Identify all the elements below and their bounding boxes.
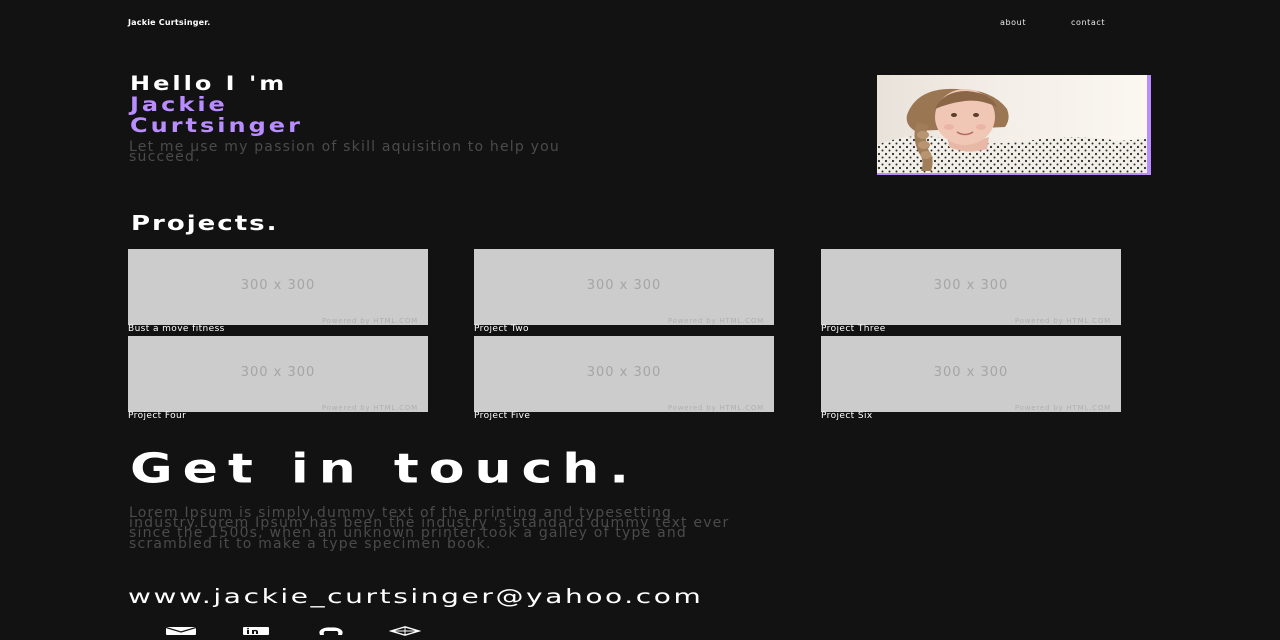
mail-icon[interactable] [165,626,197,636]
project-label-3[interactable]: Project Three [821,324,886,334]
hero-greeting: Hello I 'm [130,71,288,95]
linkedin-icon[interactable] [242,626,270,636]
github-icon[interactable] [316,626,346,636]
project-card-powered: Powered by HTML.COM [1014,317,1111,325]
project-card-2[interactable]: 300 x 300 Powered by HTML.COM [474,249,774,325]
hero-name-last: Curtsinger [130,113,303,137]
nav-about-link[interactable]: about [1000,18,1026,27]
project-card-placeholder: 300 x 300 [933,365,1009,380]
project-card-powered: Powered by HTML.COM [667,404,764,412]
project-card-powered: Powered by HTML.COM [667,317,764,325]
project-card-powered: Powered by HTML.COM [321,404,418,412]
project-card-5[interactable]: 300 x 300 Powered by HTML.COM [474,336,774,412]
project-card-1[interactable]: 300 x 300 Powered by HTML.COM [128,249,428,325]
project-label-1[interactable]: Bust a move fitness [128,324,225,334]
project-card-3[interactable]: 300 x 300 Powered by HTML.COM [821,249,1121,325]
contact-email-link[interactable]: www.jackie_curtsinger@yahoo.com [128,585,703,608]
hero-tagline: Let me use my passion of skill aquisitio… [129,139,560,165]
project-card-placeholder: 300 x 300 [586,365,662,380]
project-card-4[interactable]: 300 x 300 Powered by HTML.COM [128,336,428,412]
project-card-6[interactable]: 300 x 300 Powered by HTML.COM [821,336,1121,412]
contact-heading: Get in touch. [130,446,640,493]
site-brand[interactable]: Jackie Curtsinger. [128,18,211,27]
project-card-placeholder: 300 x 300 [240,278,316,293]
project-card-powered: Powered by HTML.COM [321,317,418,325]
projects-heading: Projects. [131,212,279,236]
contact-body: Lorem Ipsum is simply dummy text of the … [129,505,730,552]
hero-name-first: Jackie [130,92,228,116]
project-label-6[interactable]: Project Six [821,411,873,421]
project-card-placeholder: 300 x 300 [240,365,316,380]
codepen-icon[interactable] [389,626,421,636]
project-label-4[interactable]: Project Four [128,411,186,421]
profile-photo-illustration [877,75,1147,173]
project-label-2[interactable]: Project Two [474,324,529,334]
project-card-powered: Powered by HTML.COM [1014,404,1111,412]
nav-contact-link[interactable]: contact [1071,18,1105,27]
project-label-5[interactable]: Project Five [474,411,530,421]
profile-photo [877,75,1151,175]
project-card-placeholder: 300 x 300 [933,278,1009,293]
project-card-placeholder: 300 x 300 [586,278,662,293]
